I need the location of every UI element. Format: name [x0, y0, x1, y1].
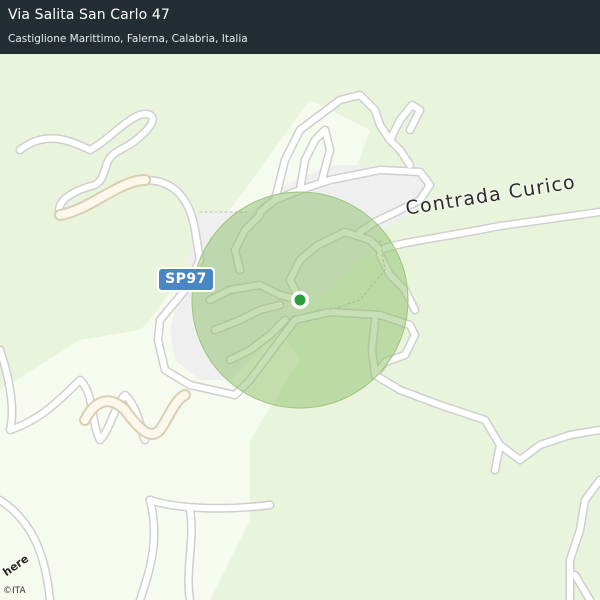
map-canvas[interactable] [0, 54, 600, 600]
location-header: Via Salita San Carlo 47 Castiglione Mari… [0, 0, 600, 54]
location-marker-dot[interactable] [294, 294, 306, 306]
address-subtitle: Castiglione Marittimo, Falerna, Calabria… [8, 33, 248, 45]
map-copyright: ©ITA [3, 586, 26, 596]
road-shield-label: SP97 [159, 269, 213, 290]
road-shield-sp97: SP97 [157, 267, 215, 292]
address-title: Via Salita San Carlo 47 [8, 7, 170, 23]
